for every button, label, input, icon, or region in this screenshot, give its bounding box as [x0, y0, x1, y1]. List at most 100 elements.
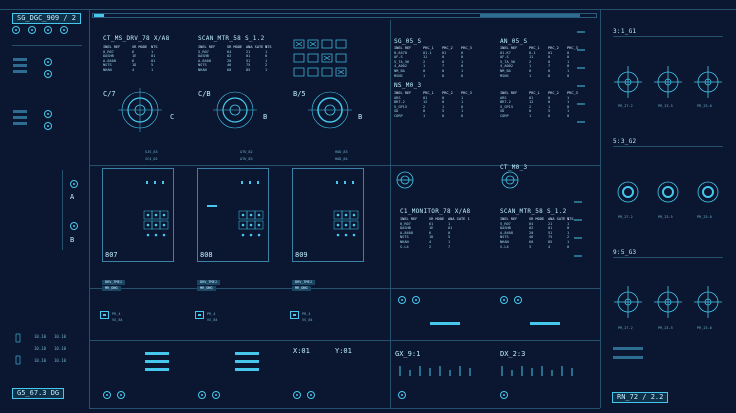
left-ctrl-icon-3[interactable]: [44, 26, 52, 34]
table-cell: MSNS: [500, 73, 509, 78]
bottom-bar-6: [235, 368, 259, 371]
switch-grid[interactable]: [293, 38, 353, 78]
right-gauges-3[interactable]: [613, 272, 723, 332]
left-a-icon[interactable]: [70, 180, 78, 188]
bottom-icon-2[interactable]: [117, 391, 125, 399]
table-cell: 0: [548, 113, 551, 118]
left-ctrl-icon-1[interactable]: [12, 26, 20, 34]
bottom-ticks-2: [501, 366, 573, 376]
left-ctrl-icon-4[interactable]: [60, 26, 68, 34]
left-ctrl-icon-2[interactable]: [28, 26, 36, 34]
ctrl-icon-r4[interactable]: [514, 296, 522, 304]
svg-text:10.10: 10.10: [34, 334, 47, 339]
bay-number-3: 809: [295, 251, 308, 259]
table-cell: 2: [429, 244, 432, 249]
table-cell: 8: [548, 73, 551, 78]
bay-1-meta-a: PR_4: [112, 312, 121, 316]
table-cell: 85: [246, 67, 251, 72]
subtitle-ct-m0: CT_M0_3: [500, 164, 528, 171]
bottom-icon-3[interactable]: [198, 391, 206, 399]
right-bar-2: [613, 356, 643, 359]
mini-dial-2[interactable]: [500, 170, 520, 190]
right-section-3-title: 9:5_G3: [613, 249, 637, 256]
dial-1[interactable]: [110, 85, 170, 135]
table-cell: CORP: [500, 113, 509, 118]
bottom-icon-1[interactable]: [103, 391, 111, 399]
top-strip-progress: [480, 14, 580, 17]
svg-text:10.10: 10.10: [54, 334, 67, 339]
bay-2-grid: [207, 181, 264, 237]
bay-1-toggle-icon[interactable]: [100, 311, 109, 319]
table-cell: S-L4: [400, 244, 409, 249]
dial-1-label-b: IC4_02: [145, 157, 158, 161]
dial-2-label-b: ATU_83: [240, 157, 253, 161]
mid-right-ticks: [570, 200, 586, 280]
right-gauges-2[interactable]: [613, 162, 723, 222]
dial-letter-3: B: [358, 113, 363, 121]
table-f: INEL REF PRC_1 PRC_2 PRC_3 ARS 01 0 1 BRT-2 12 0 1 5…: [500, 91, 578, 119]
right-2-gauge-label-3: PR_23.0: [697, 215, 712, 219]
table-row: S-L4 2 7: [400, 245, 464, 250]
bottom-icon-8[interactable]: [500, 391, 508, 399]
left-slider-2[interactable]: [13, 64, 27, 67]
bottom-icon-5[interactable]: [293, 391, 301, 399]
bay-number-1: 807: [105, 251, 118, 259]
left-knob-icon-4[interactable]: [44, 122, 52, 130]
table-row: MSNS 1 8 0: [394, 74, 471, 79]
bay-3-toggle-icon[interactable]: [290, 311, 299, 319]
right-gauges-1[interactable]: [613, 52, 723, 112]
left-slider-1[interactable]: [13, 58, 27, 61]
bay-3-meta-a: PR_4: [302, 312, 311, 316]
subtitle-ns-m0: NS_M0_3: [394, 82, 422, 89]
table-g: INEL REF SR MODE ANA SATE 1 0_R07 61 1 DASHB 1E…: [400, 217, 470, 250]
table-cell: 4: [548, 244, 551, 249]
bottom-icon-6[interactable]: [307, 391, 315, 399]
bay-2-tag-a: DRV_TMEJ: [197, 280, 220, 285]
dial-3-label-b: HOD_84: [335, 157, 348, 161]
left-letter-b: B: [70, 236, 75, 244]
bottom-ticks-1: [399, 366, 471, 376]
bay-1-meta-b: VS_84: [112, 318, 123, 322]
top-left-title: SG_DGC_909 / 2: [12, 13, 82, 24]
mini-dial-1[interactable]: [395, 170, 415, 190]
ctrl-icon-r2[interactable]: [412, 296, 420, 304]
left-slider-3[interactable]: [13, 70, 27, 73]
section-title-an05: AN_05_S: [500, 38, 528, 45]
table-cell: 8: [442, 73, 445, 78]
top-strip-marker: [94, 14, 104, 17]
bay-2-toggle-icon[interactable]: [195, 311, 204, 319]
coord-x: X:01: [293, 347, 310, 355]
dial-letter-1: C: [170, 113, 175, 121]
right-section-1-title: 3:1_G1: [613, 28, 637, 35]
table-cell: NHAN: [103, 67, 112, 72]
table-cell: NHAN: [198, 67, 207, 72]
section-title-scan-mtr: SCAN_MTR_58 S_1.2: [198, 35, 265, 42]
dial-1-label-a: SJS_83: [145, 150, 158, 154]
upper-right-ticks: [573, 30, 589, 150]
table-a: INEL REF SR MODE NTS 0_R07 6 1 DASHB 1E 01 A-8408…: [103, 45, 167, 73]
ctrl-icon-r1[interactable]: [398, 296, 406, 304]
right-1-gauge-label-3: PR_23.0: [697, 104, 712, 108]
left-knob-icon-1[interactable]: [44, 58, 52, 66]
right-3-gauge-label-1: PR_27.2: [618, 326, 633, 330]
left-knob-icon-3[interactable]: [44, 110, 52, 118]
table-d: INEL REF PRC_1 PRC_2 PRC_3 01-K7 0-1 01 0 AF-S 11…: [500, 46, 578, 78]
table-row: NHAN 4 1: [103, 68, 167, 73]
dial-3[interactable]: [300, 85, 360, 135]
left-knob-icon-2[interactable]: [44, 70, 52, 78]
left-slider-5[interactable]: [13, 116, 27, 119]
table-cell: 1: [151, 67, 154, 72]
right-1-gauge-label-1: PR_27.2: [618, 104, 633, 108]
left-b-icon[interactable]: [70, 222, 78, 230]
bottom-icon-4[interactable]: [212, 391, 220, 399]
left-slider-4[interactable]: [13, 110, 27, 113]
svg-text:10.10: 10.10: [34, 358, 47, 363]
table-row: NHAN 60 85 1: [198, 68, 275, 73]
bottom-icon-7[interactable]: [398, 391, 406, 399]
left-slider-6[interactable]: [13, 122, 27, 125]
ctrl-icon-r3[interactable]: [500, 296, 508, 304]
bay-3-tag-b: MR_DNG: [292, 286, 311, 291]
dial-2[interactable]: [205, 85, 265, 135]
bay-1-grid: [143, 181, 169, 237]
table-cell: 7: [448, 244, 451, 249]
